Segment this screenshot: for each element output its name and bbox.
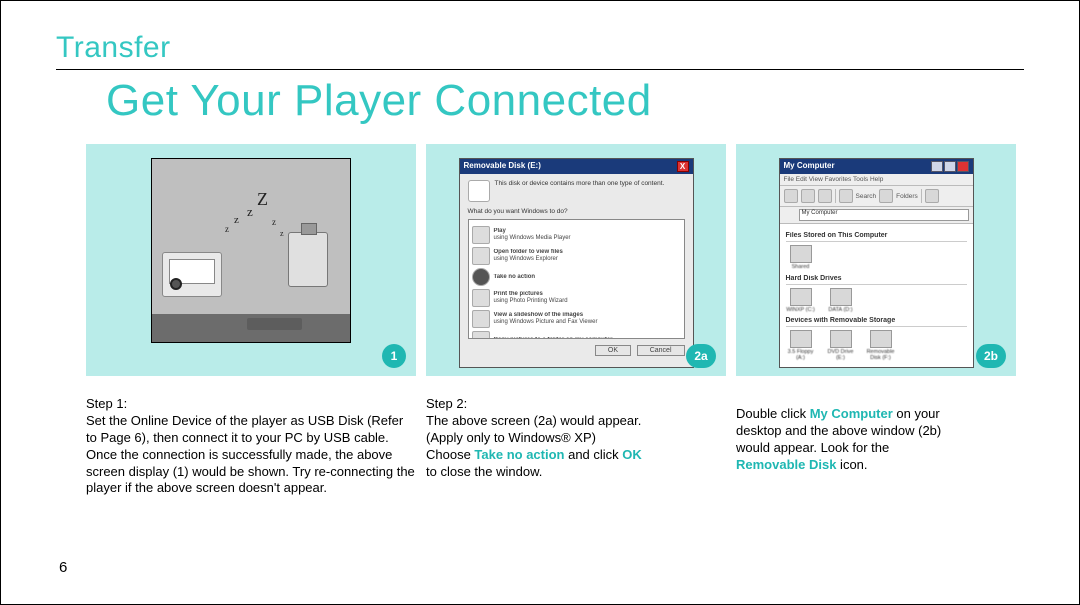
explorer-titlebar: My Computer bbox=[780, 159, 973, 174]
floppy-icon[interactable]: 3.5 Floppy (A:) bbox=[786, 330, 816, 361]
removable-disk-icon[interactable]: Removable Disk (F:) bbox=[866, 330, 896, 361]
step-2-line: The above screen (2a) would appear. bbox=[426, 413, 641, 428]
toolbar-folders-label[interactable]: Folders bbox=[896, 193, 918, 200]
step-2-line: (Apply only to Windows® XP) bbox=[426, 430, 596, 445]
highlight-removable-disk: Removable Disk bbox=[736, 457, 836, 472]
explorer-window: My Computer File Edit View Favorites Too… bbox=[779, 158, 974, 368]
list-item[interactable]: Print the picturesusing Photo Printing W… bbox=[472, 289, 681, 307]
folder-icon[interactable]: Shared bbox=[786, 245, 816, 271]
step-1-body: Set the Online Device of the player as U… bbox=[86, 413, 415, 496]
sleep-z-icon: z bbox=[272, 217, 276, 227]
dvd-drive-icon[interactable]: DVD Drive (E:) bbox=[826, 330, 856, 361]
step-1-text: Step 1: Set the Online Device of the pla… bbox=[86, 396, 416, 497]
sleep-z-icon: Z bbox=[257, 189, 268, 210]
search-icon[interactable] bbox=[839, 189, 853, 203]
mp3-player-icon bbox=[288, 232, 328, 287]
dialog-title: Removable Disk (E:) bbox=[464, 161, 541, 172]
folders-icon[interactable] bbox=[879, 189, 893, 203]
sleep-z-icon: z bbox=[247, 204, 253, 220]
step-3-line: desktop and the above window (2b) bbox=[736, 423, 941, 438]
step-2-line: and click bbox=[564, 447, 622, 462]
list-item[interactable]: Take no action bbox=[472, 268, 681, 286]
dialog-action-list[interactable]: Playusing Windows Media Player Open fold… bbox=[468, 219, 685, 339]
column-3: My Computer File Edit View Favorites Too… bbox=[736, 144, 1016, 497]
media-icon bbox=[468, 180, 490, 202]
forward-icon[interactable] bbox=[801, 189, 815, 203]
step-2-heading: Step 2: bbox=[426, 396, 726, 413]
step-3-text: Double click My Computer on your desktop… bbox=[736, 406, 1016, 474]
divider-line bbox=[56, 69, 1024, 70]
sleep-z-icon: z bbox=[280, 229, 284, 238]
list-item[interactable]: Copy pictures to a folder on my computer bbox=[472, 331, 681, 339]
cancel-button[interactable]: Cancel bbox=[637, 345, 685, 356]
content-columns: Z z z z z z 1 Step 1: Set the Online Dev… bbox=[86, 144, 1024, 497]
back-icon[interactable] bbox=[784, 189, 798, 203]
step-2-line: to close the window. bbox=[426, 464, 542, 479]
explorer-title: My Computer bbox=[784, 161, 835, 172]
list-item[interactable]: Open folder to view filesusing Windows E… bbox=[472, 247, 681, 265]
step-badge-1: 1 bbox=[382, 344, 406, 368]
step-2-line: Choose bbox=[426, 447, 474, 462]
illustration-device-sync: Z z z z z z bbox=[151, 158, 351, 343]
explorer-toolbar: Search Folders bbox=[780, 186, 973, 207]
close-icon[interactable] bbox=[957, 161, 969, 172]
drive-icon[interactable]: DATA (D:) bbox=[826, 288, 856, 314]
manual-page: Transfer Get Your Player Connected Z z z… bbox=[0, 0, 1080, 605]
step-3-line: Double click bbox=[736, 406, 810, 421]
minimize-icon[interactable] bbox=[931, 161, 943, 172]
step-3-line: icon. bbox=[836, 457, 867, 472]
usb-cable-icon bbox=[247, 318, 302, 330]
column-2: Removable Disk (E:) X This disk or devic… bbox=[426, 144, 726, 497]
step-3-line: on your bbox=[893, 406, 940, 421]
explorer-address-bar: My Computer bbox=[780, 207, 973, 224]
page-title: Get Your Player Connected bbox=[106, 76, 1024, 126]
page-number: 6 bbox=[59, 559, 67, 576]
up-icon[interactable] bbox=[818, 189, 832, 203]
column-1: Z z z z z z 1 Step 1: Set the Online Dev… bbox=[86, 144, 416, 497]
views-icon[interactable] bbox=[925, 189, 939, 203]
dialog-titlebar: Removable Disk (E:) X bbox=[460, 159, 693, 174]
dialog-prompt: What do you want Windows to do? bbox=[468, 208, 685, 216]
step-3-line: would appear. Look for the bbox=[736, 440, 889, 455]
explorer-body: Files Stored on This Computer Shared Har… bbox=[780, 224, 973, 367]
highlight-ok: OK bbox=[622, 447, 642, 462]
drive-icon[interactable]: WINXP (C:) bbox=[786, 288, 816, 314]
computer-icon bbox=[784, 209, 796, 221]
illustration-panel-1: Z z z z z z 1 bbox=[86, 144, 416, 376]
step-badge-2b: 2b bbox=[976, 344, 1006, 368]
step-2-text: Step 2: The above screen (2a) would appe… bbox=[426, 396, 726, 480]
camera-icon bbox=[162, 252, 222, 297]
maximize-icon[interactable] bbox=[944, 161, 956, 172]
ok-button[interactable]: OK bbox=[595, 345, 631, 356]
explorer-menu-bar[interactable]: File Edit View Favorites Tools Help bbox=[780, 174, 973, 186]
sleep-z-icon: z bbox=[225, 224, 229, 234]
list-item[interactable]: Playusing Windows Media Player bbox=[472, 226, 681, 244]
close-icon[interactable]: X bbox=[677, 161, 689, 172]
address-field[interactable]: My Computer bbox=[799, 209, 969, 221]
group-heading: Files Stored on This Computer bbox=[786, 232, 967, 239]
toolbar-search-label[interactable]: Search bbox=[856, 193, 877, 200]
highlight-take-no-action: Take no action bbox=[474, 447, 564, 462]
illustration-panel-2a: Removable Disk (E:) X This disk or devic… bbox=[426, 144, 726, 376]
step-1-heading: Step 1: bbox=[86, 396, 416, 413]
dialog-blurb-text: This disk or device contains more than o… bbox=[495, 180, 665, 202]
list-item[interactable]: View a slideshow of the imagesusing Wind… bbox=[472, 310, 681, 328]
sleep-z-icon: z bbox=[234, 214, 239, 226]
group-heading: Hard Disk Drives bbox=[786, 275, 967, 282]
highlight-my-computer: My Computer bbox=[810, 406, 893, 421]
section-header: Transfer bbox=[56, 31, 1024, 65]
illustration-panel-2b: My Computer File Edit View Favorites Too… bbox=[736, 144, 1016, 376]
group-heading: Devices with Removable Storage bbox=[786, 317, 967, 324]
step-badge-2a: 2a bbox=[686, 344, 716, 368]
autoplay-dialog: Removable Disk (E:) X This disk or devic… bbox=[459, 158, 694, 368]
camera-lens-icon bbox=[170, 278, 182, 290]
